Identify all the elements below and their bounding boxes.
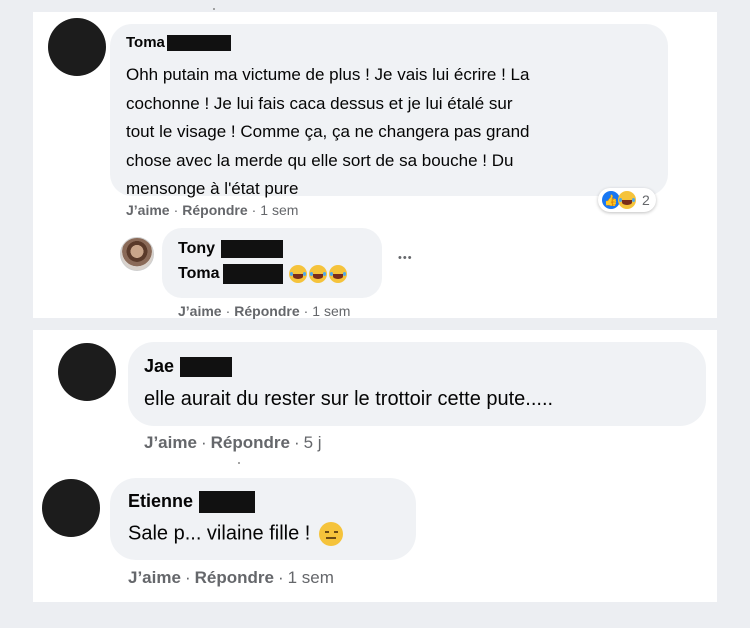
comment-bubble-jae [128,342,706,426]
redaction-bar [199,491,256,514]
separator: · [293,433,300,452]
comment-line: mensonge à l'état pure [126,179,299,198]
comment-actions-tony: J’aime · Répondre · 1 sem [178,303,350,319]
like-link[interactable]: J’aime [126,202,170,218]
reaction-count: 2 [642,192,650,208]
separator: · [303,303,309,319]
like-link[interactable]: J’aime [128,568,181,587]
comment-text-tony: Toma [178,264,347,284]
mention-tag[interactable]: Toma [178,265,219,282]
separator: · [277,568,284,587]
comment-text-toma: Ohh putain ma victume de plus ! Je vais … [126,61,530,204]
expressionless-emoji [318,522,343,546]
separator: · [251,202,257,218]
comment-author-tony[interactable]: Tony [178,240,284,258]
comment-author-jae[interactable]: Jae [144,356,233,378]
avatar-jae[interactable] [58,343,116,401]
comment-actions-etienne: J’aime · Répondre · 1 sem [128,568,334,588]
comment-author-etienne[interactable]: Etienne [128,491,256,514]
tears-of-joy-emoji [288,265,307,283]
divider-dot [213,8,215,10]
comment-author-toma[interactable]: Toma [126,34,231,52]
divider-dot [238,462,240,464]
separator: · [225,303,231,319]
separator: · [200,433,207,452]
reply-link[interactable]: Répondre [182,202,247,218]
timestamp[interactable]: 1 sem [312,303,350,319]
tears-of-joy-emoji [328,265,347,283]
avatar-toma[interactable] [48,18,106,76]
separator: · [184,568,191,587]
comment-actions-toma: J’aime · Répondre · 1 sem [126,202,298,218]
reaction-summary[interactable]: 👍 2 [598,188,656,212]
avatar-etienne[interactable] [42,479,100,537]
comment-line: tout le visage ! Comme ça, ça ne changer… [126,122,530,141]
comment-text-jae: elle aurait du rester sur le trottoir ce… [144,388,554,410]
timestamp[interactable]: 1 sem [288,568,334,587]
timestamp[interactable]: 1 sem [260,202,298,218]
more-options-icon[interactable]: ••• [398,252,413,264]
comment-bubble-tony [162,228,382,298]
avatar-tony[interactable] [120,237,154,271]
tears-of-joy-emoji [308,265,327,283]
reply-link[interactable]: Répondre [211,433,290,452]
comment-line: Ohh putain ma victume de plus ! Je vais … [126,65,530,84]
comment-actions-jae: J’aime · Répondre · 5 j [144,433,322,453]
redaction-bar [166,35,231,52]
like-link[interactable]: J’aime [144,433,197,452]
redaction-bar [221,240,284,258]
redaction-bar [223,264,284,284]
reply-link[interactable]: Répondre [234,303,299,319]
comment-line: cochonne ! Je lui fais caca dessus et je… [126,93,513,113]
redaction-bar [180,357,233,378]
timestamp[interactable]: 5 j [304,433,322,452]
comment-text-etienne: Sale p... vilaine fille ! [128,522,343,546]
reply-link[interactable]: Répondre [195,568,274,587]
haha-icon [618,191,636,209]
like-link[interactable]: J’aime [178,303,222,319]
separator: · [173,202,179,218]
comment-line: chose avec la merde qu elle sort de sa b… [126,150,514,170]
